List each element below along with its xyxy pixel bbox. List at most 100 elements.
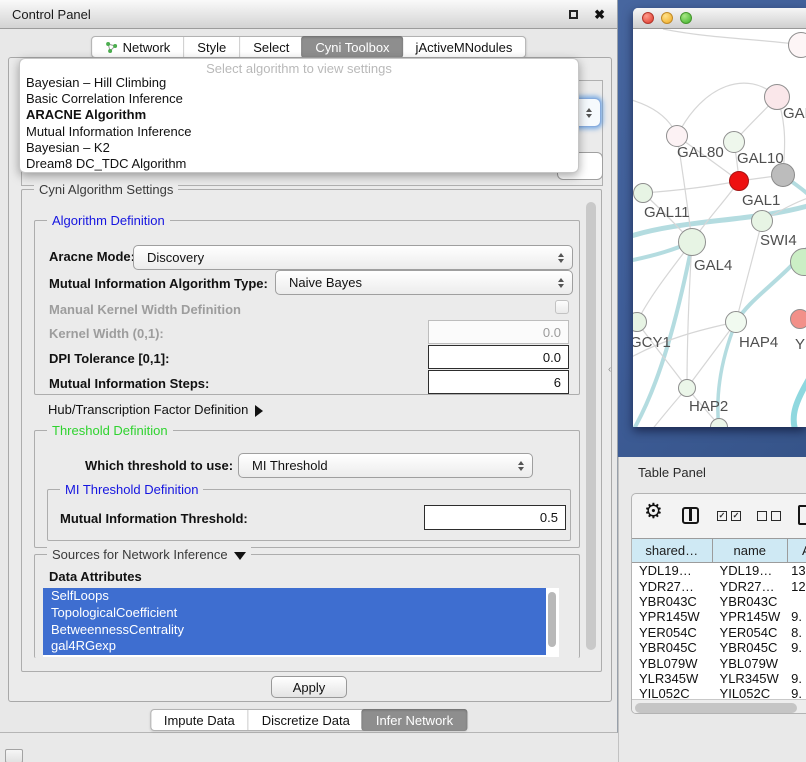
column-view-icon[interactable] (682, 507, 699, 524)
attribute-item-topologicalcoefficient[interactable]: TopologicalCoefficient (43, 605, 546, 622)
node-gal4[interactable] (678, 228, 706, 256)
attributes-scrollbar-thumb[interactable] (548, 592, 556, 647)
tab-infer-network[interactable]: Infer Network (362, 709, 467, 731)
node-gal1[interactable] (729, 171, 749, 191)
deselect-all-icon[interactable] (757, 511, 781, 521)
column-header-1[interactable]: shared… (632, 539, 713, 562)
tab-cyni-toolbox[interactable]: Cyni Toolbox (301, 36, 403, 58)
algorithm-definition-group: Algorithm Definition Aracne Mode: Discov… (34, 220, 580, 395)
which-threshold-combo[interactable]: MI Threshold (238, 453, 533, 478)
checked-box-icon: ✓ (717, 511, 727, 521)
node-swi4[interactable] (751, 210, 773, 232)
table-cell: YER054C (713, 625, 789, 640)
attribute-item-selfloops[interactable]: SelfLoops (43, 588, 546, 605)
close-panel-icon[interactable]: ✖ (594, 8, 605, 21)
node-y[interactable] (790, 309, 806, 329)
table-cell: YBR043C (632, 594, 713, 609)
collapse-down-icon (234, 552, 246, 560)
tab-label: Infer Network (376, 713, 453, 728)
sources-group-title[interactable]: Sources for Network Inference (47, 547, 251, 562)
data-attributes-label: Data Attributes (49, 569, 142, 584)
tab-style[interactable]: Style (183, 37, 239, 57)
mi-steps-value: 6 (554, 375, 561, 390)
panel-resize-grip[interactable]: ‹ (608, 364, 611, 375)
attribute-item-betweennesscentrality[interactable]: BetweennessCentrality (43, 622, 546, 639)
dropdown-item-basic-correlation-inference[interactable]: Basic Correlation Inference (20, 91, 578, 107)
table-hscroll-thumb[interactable] (635, 703, 797, 713)
table-row-ypr145w[interactable]: YPR145WYPR145W9. (632, 609, 806, 624)
table-cell: YLR345W (713, 671, 789, 686)
manual-kernel-checkbox[interactable] (555, 300, 569, 314)
table-row-yer054c[interactable]: YER054CYER054C8. (632, 625, 806, 640)
combo-arrows-icon (558, 278, 564, 288)
algorithm-definition-title: Algorithm Definition (47, 213, 170, 228)
minimized-panel-button[interactable] (5, 749, 23, 762)
node-hap4[interactable] (725, 311, 747, 333)
dropdown-item-aracne-algorithm[interactable]: ARACNE Algorithm (20, 107, 578, 123)
mi-type-value: Naive Bayes (289, 275, 362, 290)
which-threshold-label: Which threshold to use: (85, 458, 233, 473)
mi-steps-field[interactable]: 6 (428, 370, 569, 394)
sources-group: Sources for Network Inference Data Attri… (34, 554, 580, 658)
attribute-item-gal4rgexp[interactable]: gal4RGexp (43, 638, 546, 655)
table-cell: YBR045C (632, 640, 713, 655)
tab-discretize-data[interactable]: Discretize Data (248, 710, 363, 730)
dpi-tolerance-value: 0.0 (543, 350, 561, 365)
node-gal11[interactable] (633, 183, 653, 203)
kernel-width-field[interactable]: 0.0 (428, 320, 569, 344)
tab-impute-data[interactable]: Impute Data (151, 710, 248, 730)
settings-vertical-scrollbar[interactable] (586, 202, 596, 650)
tab-label: Discretize Data (262, 713, 350, 728)
zoom-window-icon[interactable] (680, 12, 692, 24)
attributes-scrollbar[interactable] (546, 588, 559, 657)
dropdown-item-bayesian-hill-climbing[interactable]: Bayesian – Hill Climbing (20, 75, 578, 91)
mi-threshold-field[interactable]: 0.5 (424, 505, 566, 530)
top-tabstrip: Network Style Select Cyni Toolbox jActiveMNo… (91, 36, 527, 58)
hub-definition-toggle[interactable]: Hub/Transcription Factor Definition (48, 402, 263, 417)
node-label-y: Y (795, 336, 805, 353)
table-row-ylr345w[interactable]: YLR345WYLR345W9. (632, 671, 806, 686)
dropdown-item-mutual-information-inference[interactable]: Mutual Information Inference (20, 124, 578, 140)
tab-label: Network (123, 40, 171, 55)
table-header-row: shared…nameA (632, 538, 806, 563)
dropdown-item-dream8-dc-tdc-algorithm[interactable]: Dream8 DC_TDC Algorithm (20, 156, 578, 172)
table-row-ydr27[interactable]: YDR27…YDR27…12 (632, 578, 806, 593)
table-row-ybl079w[interactable]: YBL079WYBL079W (632, 655, 806, 670)
table-row-ybr043c[interactable]: YBR043CYBR043C (632, 594, 806, 609)
table-horizontal-scrollbar[interactable] (632, 699, 806, 714)
node-label-gal4: GAL4 (694, 257, 732, 274)
mi-threshold-definition-group: MI Threshold Definition Mutual Informati… (47, 489, 571, 541)
aracne-mode-combo[interactable]: Discovery (133, 245, 573, 270)
minimize-window-icon[interactable] (661, 12, 673, 24)
tab-label: Select (253, 40, 289, 55)
mi-algorithm-type-combo[interactable]: Naive Bayes (275, 270, 573, 295)
node-hap2[interactable] (678, 379, 696, 397)
mi-steps-label: Mutual Information Steps: (49, 376, 209, 391)
network-canvas[interactable]: GALGAL80GAL10GAL1GAL11SWI4GAL4GCY1HAP4YH… (633, 29, 806, 427)
new-table-icon[interactable] (798, 505, 806, 525)
select-all-icon[interactable]: ✓ ✓ (717, 511, 741, 521)
gear-icon[interactable]: ⚙ (644, 501, 663, 522)
table-row-ydl19[interactable]: YDL19…YDL19…13 (632, 563, 806, 578)
float-panel-icon[interactable] (569, 10, 578, 19)
dpi-tolerance-field[interactable]: 0.0 (428, 345, 569, 369)
node-label-gal1: GAL1 (742, 192, 780, 209)
column-header-2[interactable]: name (713, 539, 789, 562)
apply-button-label: Apply (293, 680, 326, 695)
combo-arrows-icon (518, 461, 524, 471)
apply-button[interactable]: Apply (271, 676, 347, 698)
column-header-3[interactable]: A (788, 539, 806, 562)
screen: Control Panel ✖ Network Style Select Cyni T… (0, 0, 806, 762)
table-row-ybr045c[interactable]: YBR045CYBR045C9. (632, 640, 806, 655)
tab-network[interactable]: Network (92, 37, 184, 57)
network-window-titlebar[interactable] (633, 8, 806, 29)
control-panel-title: Control Panel (12, 7, 91, 22)
table-cell: 8. (788, 625, 806, 640)
tab-select[interactable]: Select (239, 37, 302, 57)
mi-threshold-definition-title: MI Threshold Definition (60, 482, 203, 497)
tab-jactivemnodules[interactable]: jActiveMNodules (403, 37, 526, 57)
dropdown-item-bayesian-k2[interactable]: Bayesian – K2 (20, 140, 578, 156)
tab-label: jActiveMNodules (416, 40, 513, 55)
kernel-width-value: 0.0 (543, 325, 561, 340)
close-window-icon[interactable] (642, 12, 654, 24)
